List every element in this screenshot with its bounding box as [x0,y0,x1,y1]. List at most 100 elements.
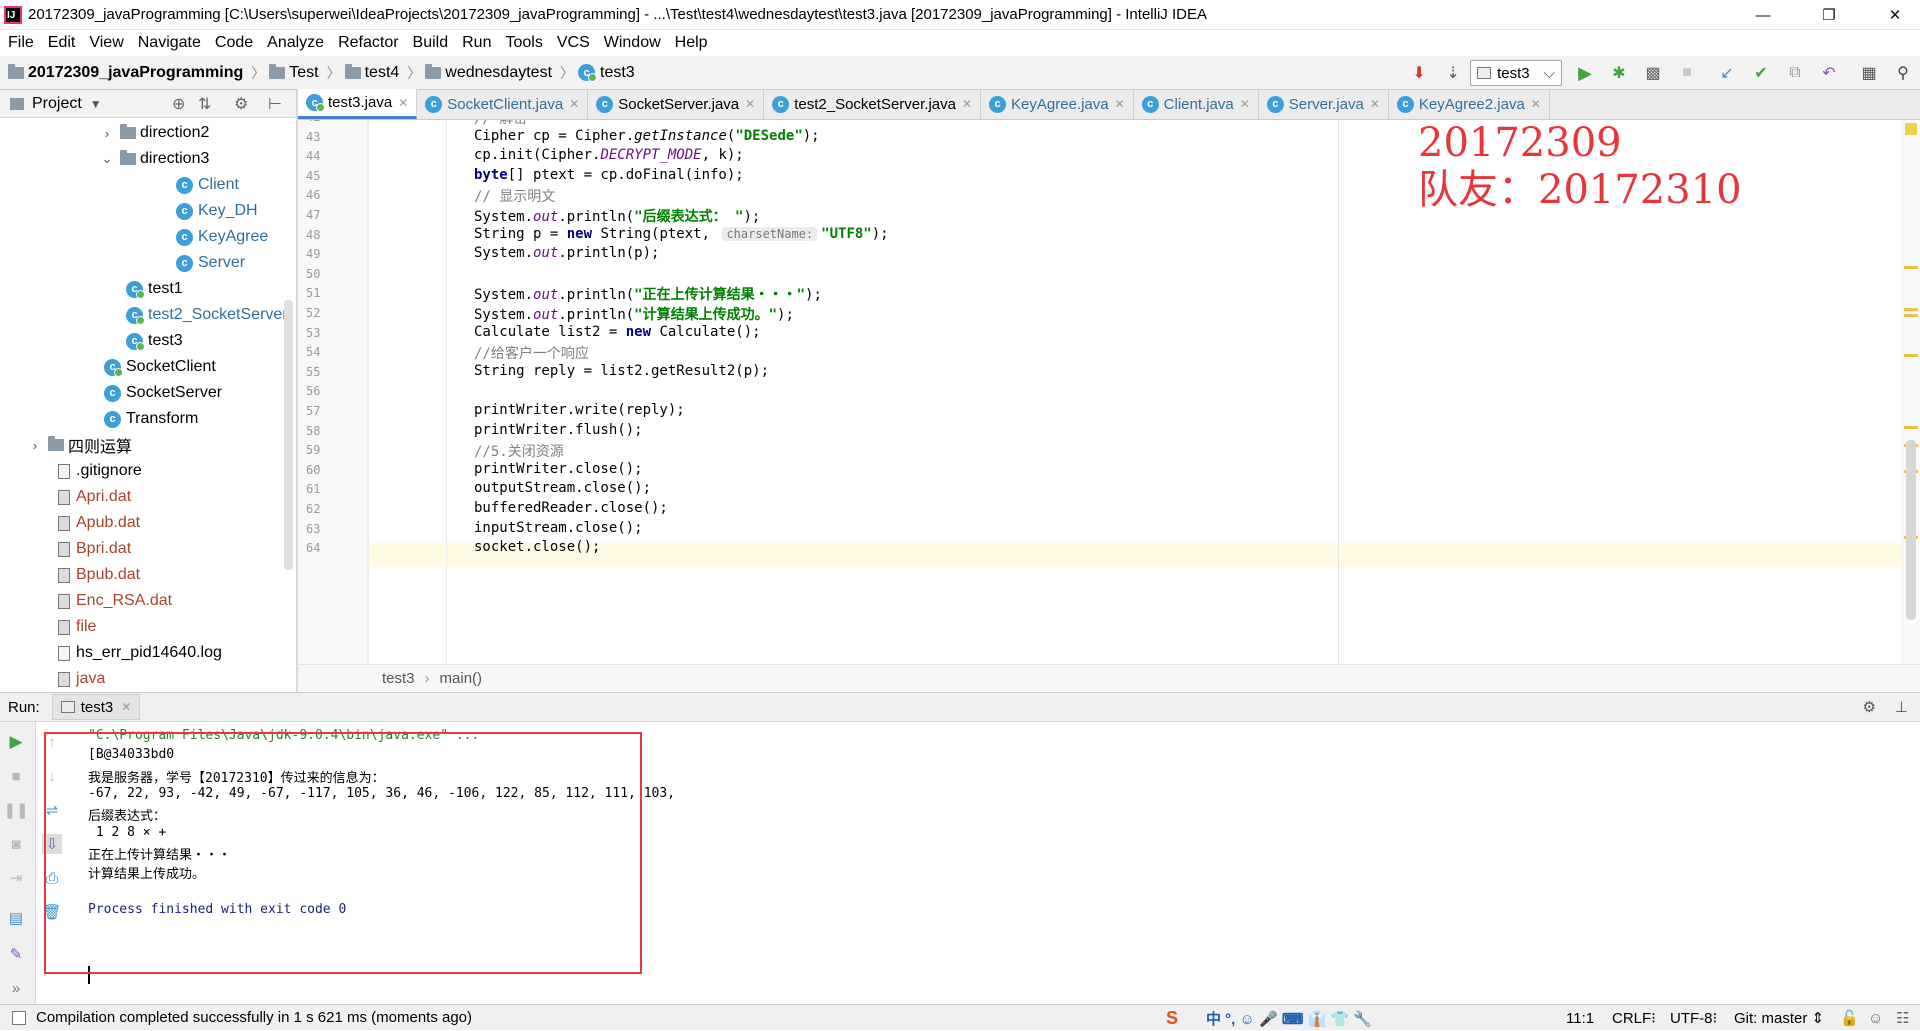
tab-client-java[interactable]: c Client.java ✕ [1134,89,1259,119]
tree-item[interactable]: c test1 [126,276,183,302]
event-log-icon[interactable]: ☷ [1896,1005,1909,1031]
menu-item-analyze[interactable]: Analyze [267,34,324,52]
chevron-down-icon[interactable]: ▼ [90,97,102,111]
run-config-select[interactable]: test3 ⌵ [1470,60,1562,86]
menu-item-build[interactable]: Build [413,34,449,52]
pin-icon[interactable]: ✎ [6,944,26,964]
menu-item-tools[interactable]: Tools [505,34,542,52]
close-tab-icon[interactable]: ✕ [398,96,408,110]
project-structure-icon[interactable]: ▦ [1856,60,1882,86]
close-tab-icon[interactable]: ✕ [962,97,972,111]
close-tab-icon[interactable]: ✕ [1531,97,1541,111]
tree-item[interactable]: c test3 [126,328,183,354]
inspector-icon[interactable]: ☺ [1868,1005,1883,1031]
tree-item[interactable]: Enc_RSA.dat [58,588,172,614]
tree-item[interactable]: Apri.dat [58,484,131,510]
nav-crumb[interactable]: wednesdaytest [425,63,552,82]
vcs-revert-icon[interactable]: ↶ [1816,60,1842,86]
pause-icon[interactable]: ❚❚ [3,800,28,820]
gear-icon[interactable]: ⚙ [1863,698,1876,716]
tree-item[interactable]: Bpri.dat [58,536,131,562]
menu-item-edit[interactable]: Edit [48,34,76,52]
tree-item[interactable]: Apub.dat [58,510,140,536]
tree-scrollbar[interactable] [284,300,293,570]
chevron-right-icon[interactable]: › [28,438,42,453]
close-tab-icon[interactable]: ✕ [1370,97,1380,111]
close-tab-icon[interactable]: ✕ [745,97,755,111]
breadcrumb-class[interactable]: test3 [382,670,415,687]
code-editor[interactable]: 42 43 44 45 46 47 48 49 50 51 52 53 54 55 56 57 58 59 60 61… [298,120,1920,664]
menu-item-view[interactable]: View [89,34,123,52]
panel-toggle-icon[interactable] [12,1010,26,1025]
hide-panel-icon[interactable]: ⊥ [1895,698,1908,716]
tab-socketserver-java[interactable]: c SocketServer.java ✕ [588,89,765,119]
vcs-commit-icon[interactable]: ✔ [1748,60,1774,86]
debug-icon[interactable]: ✱ [1606,60,1632,86]
tree-item[interactable]: c Transform [104,406,198,432]
run-tab[interactable]: test3 ✕ [51,694,141,720]
tree-item[interactable]: file [58,614,96,640]
file-encoding[interactable]: UTF-8⁝ [1670,1005,1717,1031]
chevron-right-icon[interactable]: › [100,126,114,141]
sogou-ime-icon[interactable]: S [1166,1005,1178,1031]
ime-toolbar[interactable]: 中 °, ☺ 🎤 ⌨ 👔 👕 🔧 [1206,1005,1372,1031]
line-separator[interactable]: CRLF⁝ [1612,1005,1656,1031]
menu-item-help[interactable]: Help [675,34,708,52]
warning-marker-icon[interactable] [1905,123,1917,135]
tree-item[interactable]: .gitignore [58,458,142,484]
tree-item[interactable]: c Server [176,250,245,276]
nav-crumb[interactable]: Test [269,63,319,82]
caret-position[interactable]: 11:1 [1566,1005,1594,1031]
stop-icon[interactable]: ■ [1674,60,1700,86]
sort-icon[interactable]: ⇣ [1440,60,1466,86]
tree-item[interactable]: c SocketClient [104,354,216,380]
collapse-icon[interactable]: ⇅ [198,94,211,114]
search-icon[interactable]: ⚲ [1890,60,1916,86]
menu-item-run[interactable]: Run [462,34,491,52]
tree-item[interactable]: hs_err_pid14640.log [58,640,222,666]
tab-keyagree2-java[interactable]: c KeyAgree2.java ✕ [1389,89,1550,119]
close-tab-icon[interactable]: ✕ [1240,97,1250,111]
run-icon[interactable]: ▶ [1572,60,1598,86]
exit-icon[interactable]: ⇥ [6,868,26,888]
gear-icon[interactable]: ⚙ [234,94,248,114]
tree-item[interactable]: c SocketServer [104,380,222,406]
tab-server-java[interactable]: c Server.java ✕ [1259,89,1389,119]
tree-item[interactable]: c test2_SocketServer [126,302,288,328]
close-icon[interactable]: ✕ [121,700,131,714]
stop-icon[interactable]: ■ [6,766,26,786]
close-button[interactable]: ✕ [1872,0,1918,30]
tab-socketclient-java[interactable]: c SocketClient.java ✕ [417,89,589,119]
nav-file[interactable]: c test3 [578,64,635,82]
layout-icon[interactable]: ▤ [6,908,26,928]
update-project-icon[interactable]: ⬇ [1406,60,1432,86]
rerun-icon[interactable]: ▶ [6,732,26,752]
hide-icon[interactable]: ⊢ [268,94,282,114]
coverage-icon[interactable]: ▩ [1640,60,1666,86]
menu-item-refactor[interactable]: Refactor [338,34,398,52]
tree-item[interactable]: c Key_DH [176,198,258,224]
git-branch[interactable]: Git: master ⇕ [1734,1005,1824,1031]
tab-test3-java[interactable]: c test3.java ✕ [298,89,418,119]
vcs-compare-icon[interactable]: ⧉ [1782,60,1808,86]
menu-item-window[interactable]: Window [604,34,661,52]
close-tab-icon[interactable]: ✕ [1115,97,1125,111]
tree-item[interactable]: ⌄ direction3 [100,146,209,172]
nav-crumb[interactable]: test4 [344,63,399,82]
tree-item[interactable]: › 四则运算 [28,432,132,458]
tree-item[interactable]: c KeyAgree [176,224,268,250]
close-tab-icon[interactable]: ✕ [569,97,579,111]
breadcrumb-method[interactable]: main() [440,670,483,687]
scroll-thumb[interactable] [1906,440,1916,620]
tab-test2-socketserver-java[interactable]: c test2_SocketServer.java ✕ [764,89,982,119]
menu-item-file[interactable]: File [8,34,34,52]
menu-item-vcs[interactable]: VCS [557,34,590,52]
vcs-update-icon[interactable]: ↙ [1714,60,1740,86]
lock-icon[interactable]: 🔓 [1840,1005,1859,1031]
editor-scrollbar[interactable] [1902,120,1920,664]
menu-item-code[interactable]: Code [215,34,253,52]
nav-project[interactable]: 20172309_javaProgramming [8,63,243,82]
more-icon[interactable]: » [6,978,26,998]
tab-keyagree-java[interactable]: c KeyAgree.java ✕ [981,89,1134,119]
restore-button[interactable]: ❐ [1806,0,1852,30]
